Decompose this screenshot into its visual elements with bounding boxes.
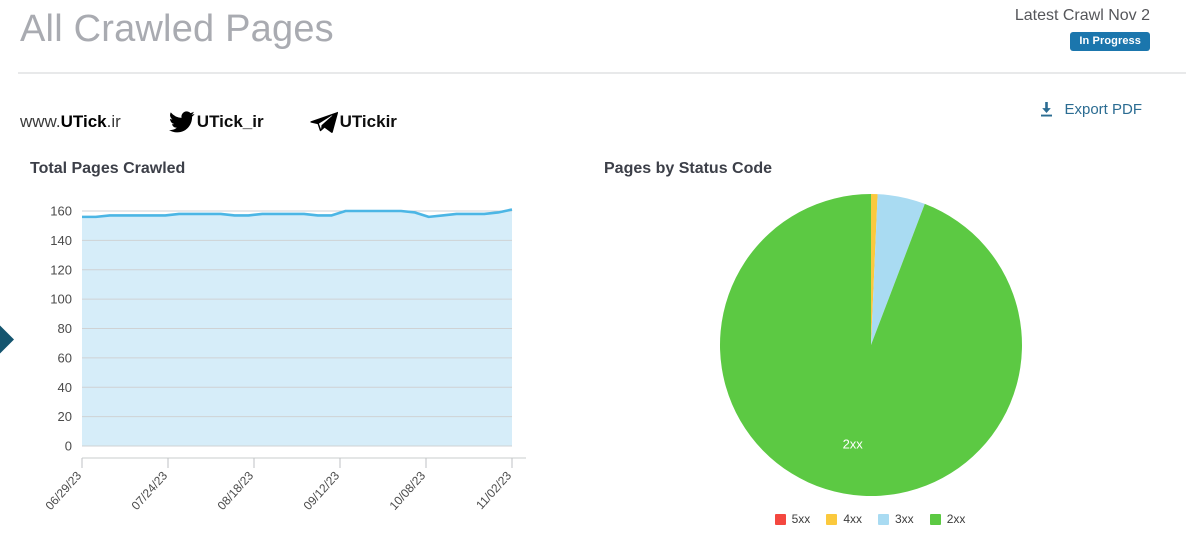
twitter-handle: UTick_ir bbox=[196, 112, 264, 131]
pages-by-status-code-chart: 2xx bbox=[719, 194, 1022, 496]
pie-slice-label: 2xx bbox=[843, 437, 864, 452]
legend-label: 4xx bbox=[843, 512, 862, 526]
x-axis-tick-label: 09/12/23 bbox=[301, 468, 343, 512]
download-icon bbox=[1039, 101, 1054, 118]
legend-label: 5xx bbox=[791, 512, 811, 526]
social-twitter[interactable]: UTick_ir bbox=[168, 111, 264, 133]
crawl-meta: Latest Crawl Nov 2 In Progress bbox=[1015, 6, 1150, 51]
legend-swatch-icon bbox=[878, 513, 889, 525]
legend-item[interactable]: 2xx bbox=[929, 512, 966, 526]
twitter-icon bbox=[168, 111, 195, 133]
total-pages-crawled-chart: 0 20 40 60 80 100 120 140 160 06/29/23 07/24/23 08/… bbox=[43, 204, 526, 513]
y-axis-tick-label: 160 bbox=[50, 204, 72, 219]
legend-item[interactable]: 5xx bbox=[774, 512, 811, 526]
brand-row: www.UTick.ir UTick_ir UTickir bbox=[20, 111, 443, 133]
latest-crawl-date: Latest Crawl Nov 2 bbox=[1014, 7, 1150, 24]
legend-swatch-icon bbox=[826, 513, 838, 525]
y-axis-tick-label: 40 bbox=[58, 380, 72, 395]
pie-slice[interactable] bbox=[719, 194, 1022, 496]
y-axis-tick-label: 80 bbox=[58, 321, 72, 336]
export-pdf-label: Export PDF bbox=[1064, 101, 1142, 118]
crawl-report-page: All Crawled Pages Latest Crawl Nov 2 In … bbox=[0, 0, 1200, 553]
website-label: www.UTick.ir bbox=[20, 112, 121, 132]
x-axis-tick-label: 11/02/23 bbox=[473, 468, 514, 512]
line-chart-title: Total Pages Crawled bbox=[30, 160, 186, 177]
y-axis-tick-label: 100 bbox=[50, 292, 72, 307]
page-title: All Crawled Pages bbox=[20, 8, 334, 50]
website-prefix: www. bbox=[20, 112, 61, 131]
x-axis-tick-label: 08/18/23 bbox=[215, 468, 257, 512]
y-axis-tick-label: 0 bbox=[65, 439, 72, 454]
legend-swatch-icon bbox=[929, 513, 941, 525]
pie-legend: 5xx 4xx 3xx 2xx bbox=[640, 512, 1100, 526]
website-name: UTick bbox=[60, 112, 107, 131]
header-divider bbox=[18, 72, 1186, 74]
legend-item[interactable]: 3xx bbox=[878, 512, 914, 526]
legend-label: 2xx bbox=[946, 512, 966, 526]
status-badge: In Progress bbox=[1070, 32, 1150, 51]
y-axis-tick-label: 120 bbox=[50, 262, 72, 277]
telegram-icon bbox=[309, 111, 338, 133]
x-axis-tick-label: 06/29/23 bbox=[43, 468, 85, 512]
y-axis-tick-label: 140 bbox=[50, 233, 72, 248]
pie-chart-title: Pages by Status Code bbox=[604, 160, 773, 177]
x-axis-tick-label: 07/24/23 bbox=[129, 468, 171, 512]
export-pdf-button[interactable]: Export PDF bbox=[1039, 101, 1142, 118]
x-axis-tick-label: 10/08/23 bbox=[387, 468, 429, 512]
y-axis-tick-label: 20 bbox=[58, 409, 72, 424]
legend-label: 3xx bbox=[895, 512, 914, 526]
legend-swatch-icon bbox=[774, 513, 786, 525]
y-axis-tick-label: 60 bbox=[58, 350, 72, 365]
social-telegram[interactable]: UTickir bbox=[309, 111, 397, 133]
legend-item[interactable]: 4xx bbox=[826, 512, 862, 526]
right-triangle-icon[interactable] bbox=[0, 318, 16, 367]
line-chart-area bbox=[82, 209, 512, 446]
telegram-handle: UTickir bbox=[339, 112, 397, 131]
website-tld: .ir bbox=[106, 112, 121, 131]
